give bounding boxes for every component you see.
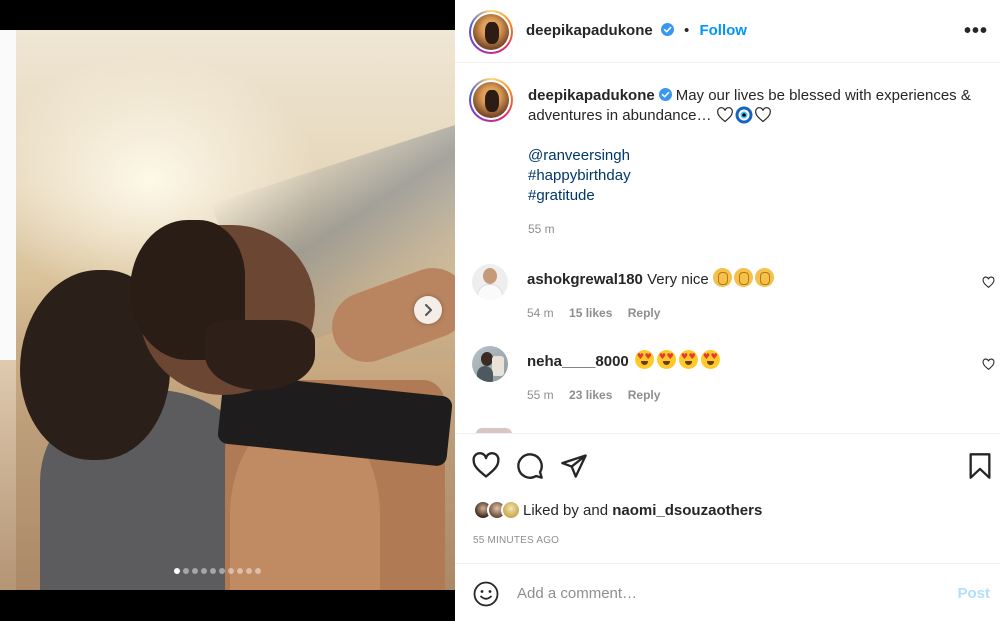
comment-body: neha____8000: [527, 350, 723, 370]
carousel-dot: [219, 568, 225, 574]
more-options-icon[interactable]: •••: [964, 20, 988, 43]
comment-username[interactable]: ashokgrewal180: [527, 271, 643, 288]
liked-by-prefix: Liked by: [523, 501, 579, 519]
nazar-amulet-icon: [735, 106, 753, 124]
post-actions: Liked by and naomi_dsouza others 55 MINUT…: [455, 433, 1000, 563]
chevron-right-icon: [425, 304, 432, 316]
comment-like-heart-icon[interactable]: [982, 358, 995, 371]
liked-by-others[interactable]: others: [716, 502, 762, 519]
commenter-avatar[interactable]: [472, 264, 508, 300]
comment-likes[interactable]: 23 likes: [569, 388, 612, 402]
carousel-dot: [183, 568, 189, 574]
heart-eyes-icon: [634, 350, 723, 370]
clapping-hands-icon: [712, 268, 776, 288]
caption-text-block: deepikapadukone May our lives be blessed …: [528, 86, 983, 126]
comment-text: Very nice: [647, 271, 709, 288]
comment-meta: 55 m 23 likes Reply: [527, 388, 672, 402]
post-comment-button[interactable]: Post: [957, 585, 990, 602]
carousel-next-button[interactable]: [414, 296, 442, 324]
liker-avatars[interactable]: [473, 500, 521, 520]
author-username[interactable]: deepikapadukone: [526, 22, 653, 39]
comment-time: 54 m: [527, 306, 554, 320]
photo-person-2-beard: [205, 320, 315, 390]
save-bookmark-icon[interactable]: [966, 452, 994, 480]
follow-button[interactable]: Follow: [699, 22, 747, 39]
hashtag-link[interactable]: #happybirthday: [528, 166, 631, 186]
comment-likes[interactable]: 15 likes: [569, 306, 612, 320]
liked-by-and: and: [583, 501, 609, 519]
add-comment-bar: Post: [455, 563, 1000, 621]
post-header: deepikapadukone • Follow •••: [455, 0, 1000, 63]
mention-link[interactable]: @ranveersingh: [528, 146, 631, 166]
hashtag-link[interactable]: #gratitude: [528, 186, 631, 206]
carousel-dot: [237, 568, 243, 574]
comment-time: 55 m: [527, 388, 554, 402]
like-heart-icon[interactable]: [472, 452, 500, 480]
separator-dot: •: [684, 22, 690, 39]
post-timestamp: 55 MINUTES AGO: [473, 535, 560, 546]
white-heart-icon: [716, 107, 733, 123]
comment-meta: 54 m 15 likes Reply: [527, 306, 672, 320]
comment-body: ashokgrewal180 Very nice: [527, 268, 776, 288]
verified-badge-icon: [660, 23, 674, 36]
reply-button[interactable]: Reply: [628, 306, 661, 320]
liked-by-row: Liked by and naomi_dsouza others: [473, 500, 762, 520]
post-details-panel: deepikapadukone • Follow ••• deepikapadu…: [455, 0, 1000, 621]
carousel-dot: [255, 568, 261, 574]
white-heart-icon: [754, 107, 771, 123]
caption-emojis: [716, 106, 772, 124]
carousel-dot: [192, 568, 198, 574]
comment-bubble-icon[interactable]: [516, 452, 544, 480]
caption-tags: @ranveersingh #happybirthday #gratitude: [528, 146, 631, 206]
author-info: deepikapadukone • Follow: [526, 22, 747, 39]
post-photo[interactable]: [0, 30, 455, 590]
carousel-dot: [174, 568, 180, 574]
caption-time: 55 m: [528, 222, 555, 236]
emoji-smiley-icon[interactable]: [473, 581, 499, 607]
comment-like-heart-icon[interactable]: [982, 276, 995, 289]
carousel-dot: [201, 568, 207, 574]
carousel-dots: [174, 568, 261, 574]
reply-button[interactable]: Reply: [628, 388, 661, 402]
caption-avatar[interactable]: [469, 78, 513, 122]
carousel-dot: [210, 568, 216, 574]
carousel-dot: [246, 568, 252, 574]
carousel-dot: [228, 568, 234, 574]
liked-by-user[interactable]: naomi_dsouza: [612, 502, 716, 519]
commenter-avatar[interactable]: [472, 346, 508, 382]
caption-username[interactable]: deepikapadukone: [528, 87, 655, 104]
comment-input[interactable]: [517, 578, 937, 608]
verified-badge-icon: [658, 88, 672, 101]
post-media: [0, 0, 455, 621]
share-paper-plane-icon[interactable]: [560, 452, 588, 480]
comment-username[interactable]: neha____8000: [527, 353, 629, 370]
author-avatar[interactable]: [469, 10, 513, 54]
